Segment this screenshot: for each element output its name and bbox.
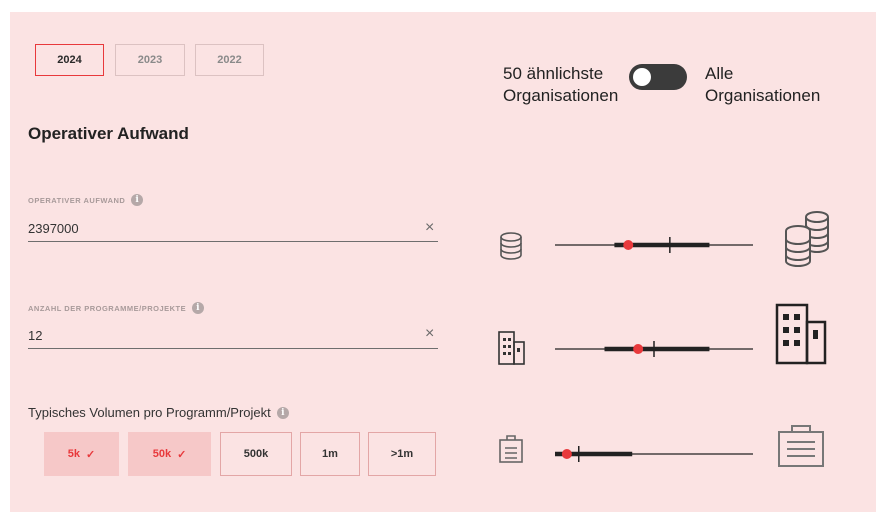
operativer-aufwand-input[interactable] bbox=[28, 216, 438, 242]
building-large-icon bbox=[775, 303, 827, 365]
field-label-text: ANZAHL DER PROGRAMME/PROJEKTE bbox=[28, 303, 187, 313]
volume-label: Typisches Volumen pro Programm/Projekt i bbox=[28, 405, 289, 420]
year-tab-2024[interactable]: 2024 bbox=[35, 44, 104, 76]
field-label-operativer-aufwand: OPERATIVER AUFWAND i bbox=[28, 194, 144, 206]
info-icon[interactable]: i bbox=[192, 302, 205, 314]
chip-label: >1m bbox=[390, 448, 414, 460]
chip-label: 1m bbox=[322, 448, 338, 460]
field-label-text: OPERATIVER AUFWAND bbox=[28, 195, 126, 205]
briefcase-small-icon bbox=[499, 435, 523, 463]
coins-large-icon bbox=[785, 211, 829, 267]
comparison-toggle[interactable] bbox=[629, 64, 687, 90]
chip-label: 50k bbox=[152, 448, 172, 460]
scale-marker-dot bbox=[561, 449, 572, 459]
year-tab-2023[interactable]: 2023 bbox=[115, 44, 185, 76]
volume-option-50k[interactable]: 50k ✓ bbox=[128, 432, 211, 476]
volume-option-500k[interactable]: 500k bbox=[220, 432, 292, 476]
clear-icon[interactable]: × bbox=[425, 325, 434, 343]
coins-small-icon bbox=[500, 232, 522, 260]
briefcase-large-icon bbox=[778, 425, 824, 467]
clear-icon[interactable]: × bbox=[425, 219, 434, 237]
toggle-right-label-line1: Alle bbox=[705, 64, 734, 83]
volume-label-text: Typisches Volumen pro Programm/Projekt bbox=[28, 405, 271, 420]
volume-option-gt-1m[interactable]: >1m bbox=[368, 432, 436, 476]
toggle-right-label-line2: Organisationen bbox=[705, 86, 821, 105]
anzahl-programme-input[interactable] bbox=[28, 323, 438, 349]
year-tab-2022[interactable]: 2022 bbox=[195, 44, 264, 76]
check-icon: ✓ bbox=[86, 448, 96, 461]
check-icon: ✓ bbox=[177, 448, 187, 461]
scale-marker-dot bbox=[623, 240, 634, 250]
info-icon[interactable]: i bbox=[131, 194, 144, 206]
toggle-left-label-line2: Organisationen bbox=[503, 86, 619, 105]
scale-marker-dot bbox=[633, 344, 644, 354]
section-title: Operativer Aufwand bbox=[28, 124, 189, 143]
operativer-aufwand-scale bbox=[500, 211, 829, 267]
anzahl-programme-scale bbox=[498, 303, 827, 365]
toggle-knob bbox=[633, 68, 651, 86]
info-icon[interactable]: i bbox=[276, 406, 289, 419]
volume-option-5k[interactable]: 5k ✓ bbox=[44, 432, 119, 476]
field-label-anzahl-programme: ANZAHL DER PROGRAMME/PROJEKTE i bbox=[28, 302, 205, 314]
toggle-left-label-line1: 50 ähnlichste bbox=[503, 64, 604, 83]
building-small-icon bbox=[498, 331, 525, 365]
volume-option-1m[interactable]: 1m bbox=[300, 432, 360, 476]
volumen-scale bbox=[499, 425, 824, 467]
chip-label: 5k bbox=[67, 448, 81, 460]
chip-label: 500k bbox=[243, 448, 269, 460]
